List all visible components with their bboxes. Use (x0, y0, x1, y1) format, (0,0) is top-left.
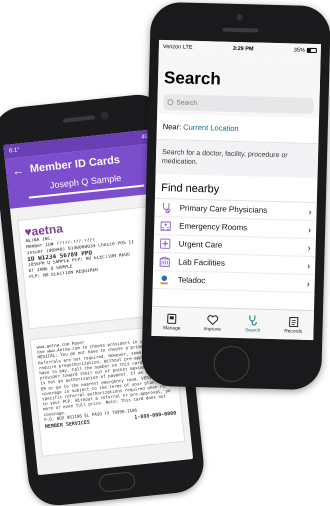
nearby-item-label: Primary Care Physicians (179, 203, 268, 215)
urgent-care-icon (159, 237, 171, 249)
app-promo-stage: 6:1° 4G 5 ← Member ID Cards Joseph Q Sam… (0, 0, 330, 506)
teladoc-icon (158, 273, 170, 285)
camera-dot (236, 13, 243, 21)
status-left: 6:1° (8, 147, 20, 155)
near-label: Near: (162, 122, 182, 132)
chevron-right-icon: › (307, 242, 311, 253)
nearby-item-label: Teladoc (177, 275, 206, 286)
speaker-grille (222, 27, 259, 33)
chevron-right-icon: › (306, 278, 310, 289)
camera-dot (100, 110, 110, 120)
stethoscope-search-icon (247, 314, 259, 326)
carrier-label: Verizon LTE (162, 44, 193, 51)
bottom-tab-bar: Manage Improve Search Records (151, 305, 315, 341)
member-services-phone: 1-888-000-0000 (134, 410, 177, 421)
nearby-item-teladoc[interactable]: Teladoc › (152, 270, 315, 294)
member-name-tab[interactable]: Joseph Q Sample (27, 170, 144, 199)
clock: 3:29 PM (232, 45, 254, 53)
search-input[interactable] (176, 98, 297, 110)
nearby-item-label: Urgent Care (178, 239, 223, 250)
home-button[interactable] (98, 471, 136, 493)
chevron-right-icon: › (308, 206, 312, 217)
chevron-right-icon: › (307, 260, 311, 271)
lab-building-icon (158, 255, 170, 267)
nearby-item-label: Lab Facilities (178, 257, 226, 268)
page-title: Search (163, 68, 222, 89)
tab-label: Records (284, 329, 303, 335)
search-bar[interactable] (163, 94, 314, 114)
id-card-icon (166, 312, 178, 324)
home-button[interactable] (213, 345, 251, 383)
tab-manage[interactable]: Manage (151, 307, 192, 337)
search-screen: Verizon LTE 3:29 PM 35% Search Near: Cur… (151, 39, 322, 341)
tab-search[interactable]: Search (232, 309, 273, 339)
heart-icon (206, 313, 218, 325)
tab-records[interactable]: Records (273, 310, 314, 340)
tab-improve[interactable]: Improve (192, 308, 233, 338)
back-arrow-icon[interactable]: ← (11, 162, 30, 178)
tab-label: Manage (163, 326, 181, 332)
search-icon (167, 99, 174, 106)
battery-indicator: 35% (294, 47, 317, 54)
tab-label: Search (245, 328, 261, 334)
tab-label: Improve (203, 327, 221, 333)
records-icon (287, 315, 299, 327)
search-hint: Search for a doctor, facility, procedure… (155, 139, 319, 179)
speaker-grille (62, 115, 96, 123)
front-phone: Verizon LTE 3:29 PM 35% Search Near: Cur… (141, 1, 330, 391)
search-header: Search (157, 53, 321, 119)
hospital-building-icon (159, 220, 171, 232)
nearby-item-label: Emergency Rooms (179, 221, 248, 233)
battery-icon (306, 47, 317, 54)
chevron-right-icon: › (308, 224, 312, 235)
member-id-title: Member ID Cards (29, 153, 121, 176)
current-location-link[interactable]: Current Location (183, 123, 239, 133)
stethoscope-icon (160, 202, 172, 214)
